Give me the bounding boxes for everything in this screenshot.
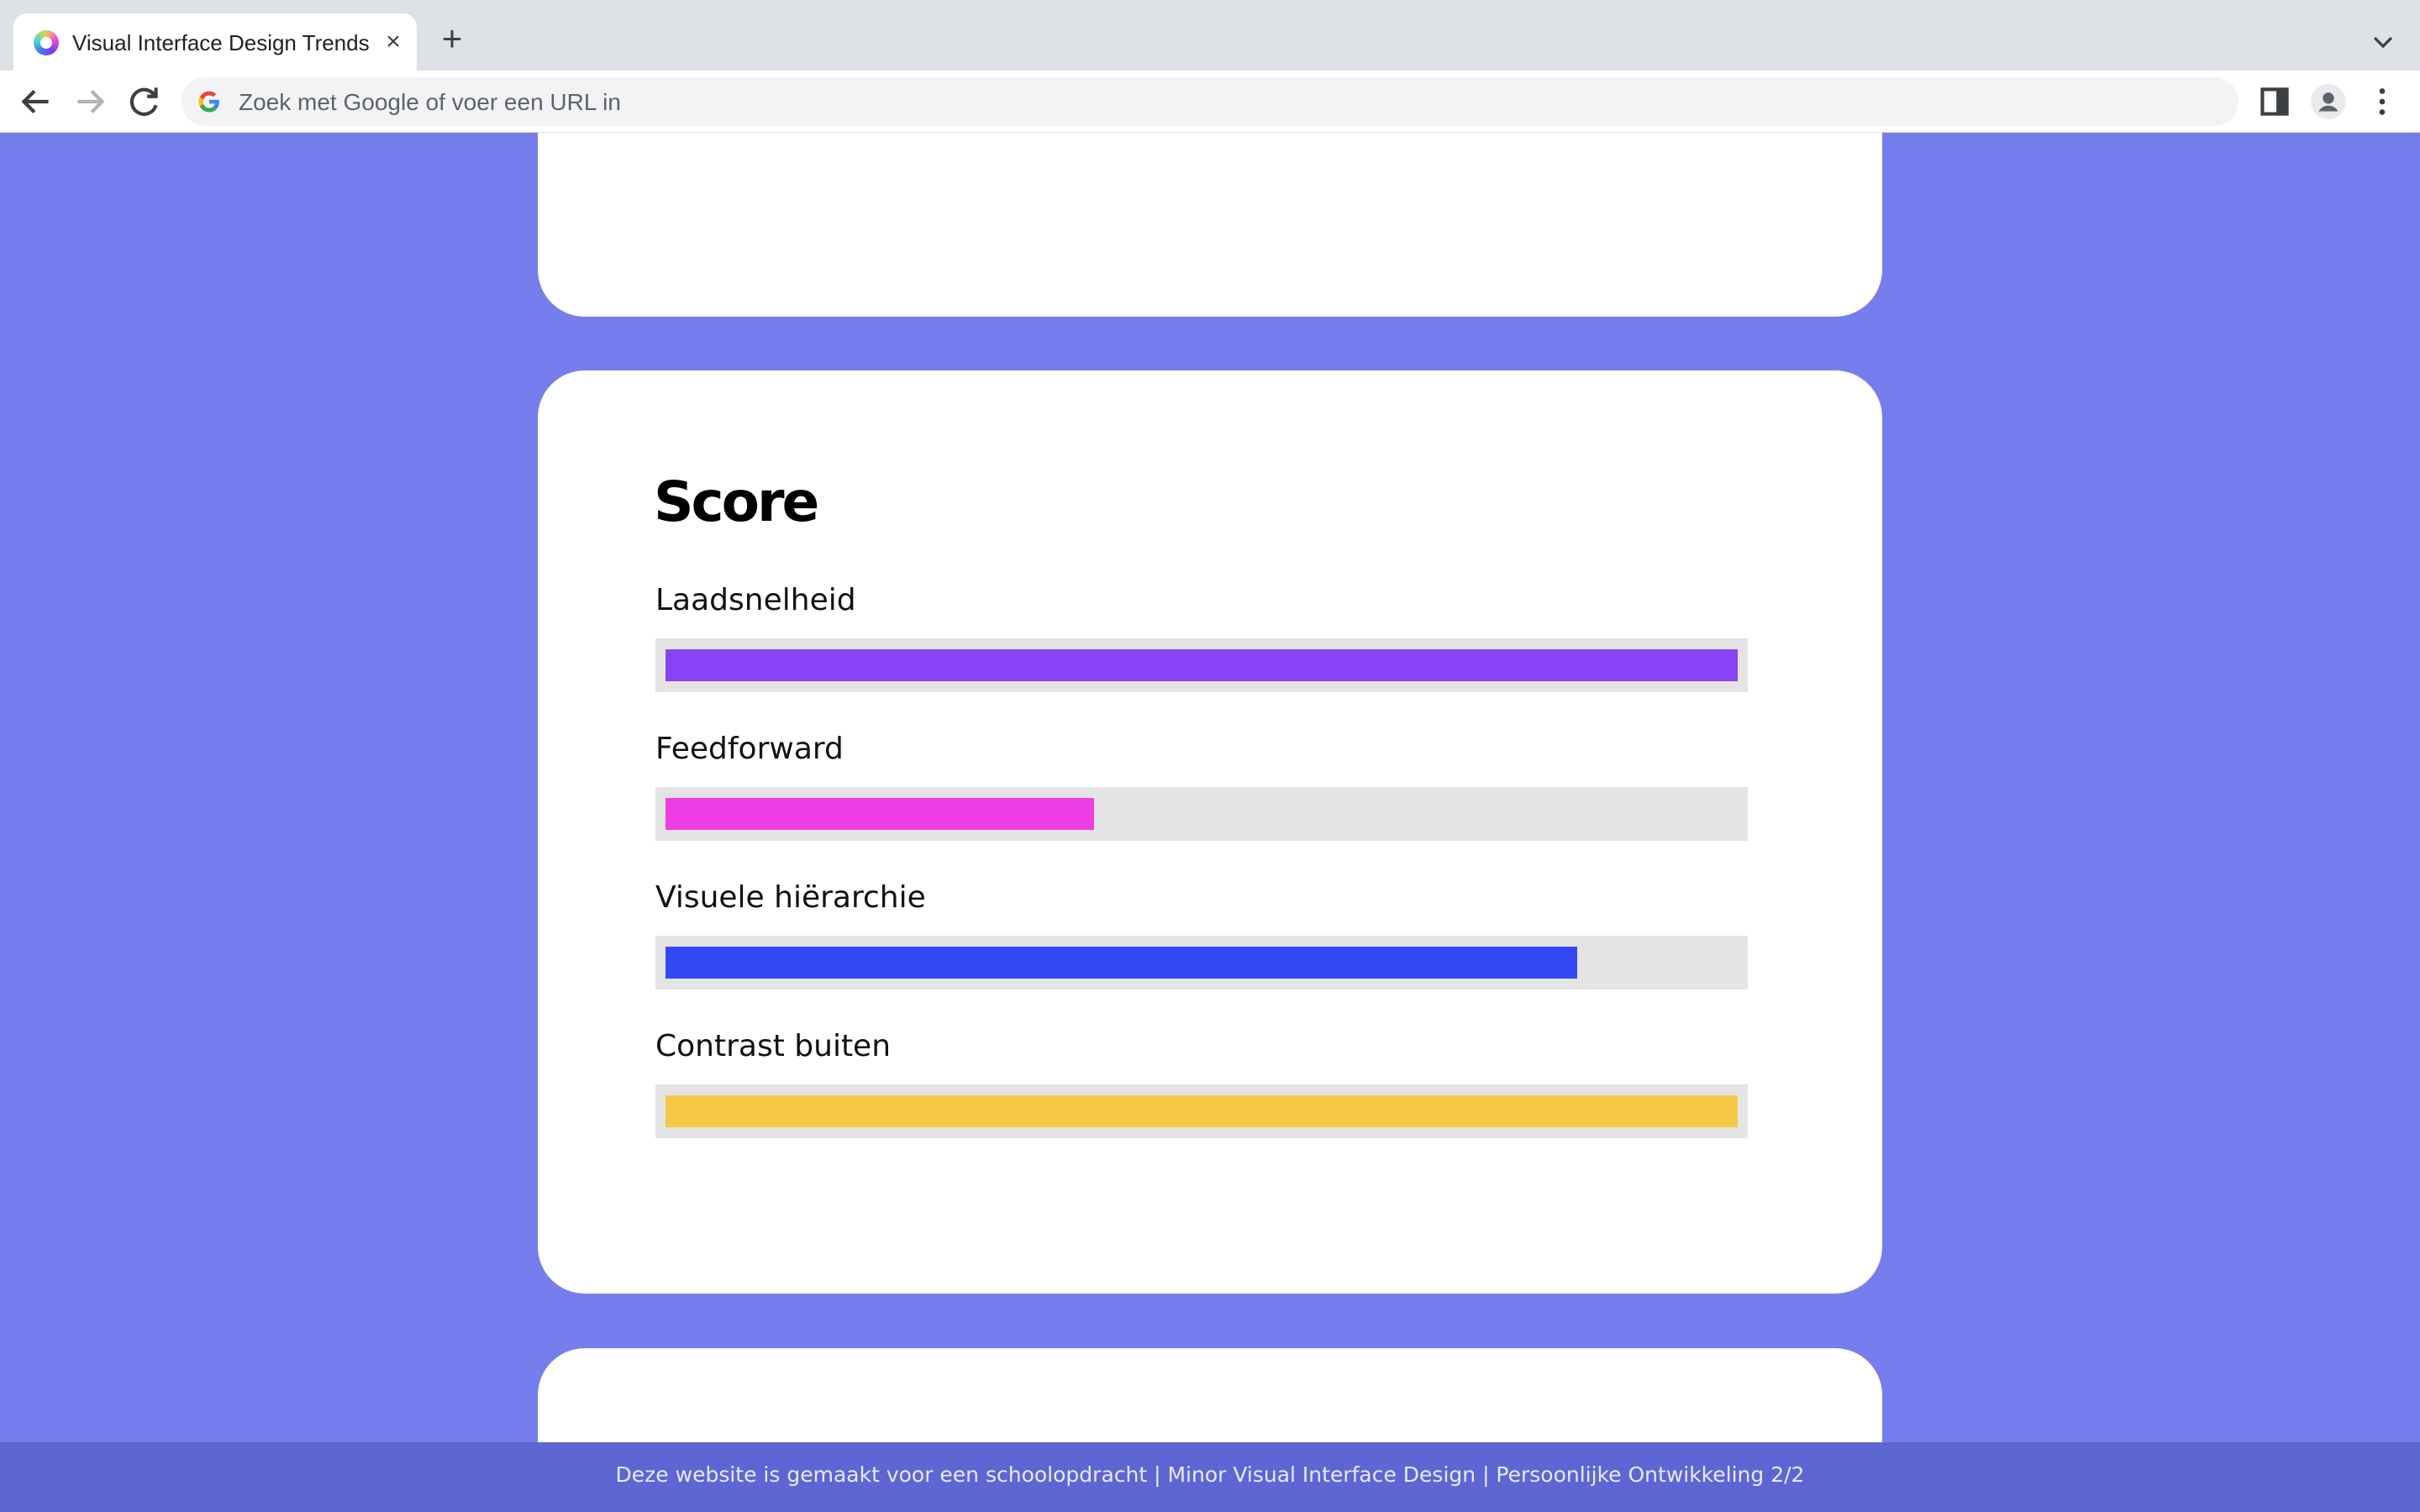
progress-track	[655, 936, 1748, 990]
progress-fill	[666, 649, 1738, 681]
close-icon[interactable]: ×	[376, 25, 410, 59]
tab-title: Visual Interface Design Trends	[72, 30, 370, 55]
metric-label: Visuele hiërarchie	[655, 880, 926, 915]
progress-fill	[666, 1095, 1738, 1127]
google-g-icon	[197, 89, 222, 114]
score-card: Score Laadsnelheid Feedforward Visuele h…	[538, 370, 1882, 1294]
plus-icon[interactable]: +	[434, 21, 471, 59]
metric-visuele-hierarchie: Visuele hiërarchie	[655, 880, 1748, 990]
metric-label: Laadsnelheid	[655, 583, 856, 617]
reload-icon[interactable]	[123, 81, 165, 123]
browser-toolbar: Zoek met Google of voer een URL in	[0, 71, 2420, 133]
progress-fill	[666, 798, 1095, 830]
tab-strip: Visual Interface Design Trends × +	[0, 0, 2420, 71]
metric-label: Contrast buiten	[655, 1029, 892, 1063]
profile-icon[interactable]	[2307, 81, 2349, 123]
footer-text: Deze website is gemaakt voor een schoolo…	[615, 1462, 1805, 1487]
forward-arrow-icon[interactable]	[69, 81, 111, 123]
metric-feedforward: Feedforward	[655, 732, 1748, 841]
progress-track	[655, 1084, 1748, 1138]
search-input[interactable]: Zoek met Google of voer een URL in	[239, 89, 621, 116]
side-panel-icon[interactable]	[2254, 81, 2296, 123]
back-arrow-icon[interactable]	[15, 81, 57, 123]
page-title: Score	[654, 470, 819, 534]
browser-tab[interactable]: Visual Interface Design Trends ×	[13, 13, 417, 71]
chevron-down-icon[interactable]	[2366, 25, 2400, 59]
footer: Deze website is gemaakt voor een schoolo…	[0, 1442, 2420, 1512]
metric-label: Feedforward	[655, 732, 844, 766]
progress-fill	[666, 947, 1577, 979]
favicon-ring-icon	[34, 30, 59, 55]
progress-track	[655, 787, 1748, 841]
content-card-previous	[538, 133, 1882, 317]
progress-track	[655, 638, 1748, 692]
address-bar[interactable]: Zoek met Google of voer een URL in	[182, 77, 2238, 126]
metric-contrast-buiten: Contrast buiten	[655, 1029, 1748, 1138]
more-vert-icon[interactable]	[2361, 81, 2403, 123]
metric-laadsnelheid: Laadsnelheid	[655, 583, 1748, 692]
